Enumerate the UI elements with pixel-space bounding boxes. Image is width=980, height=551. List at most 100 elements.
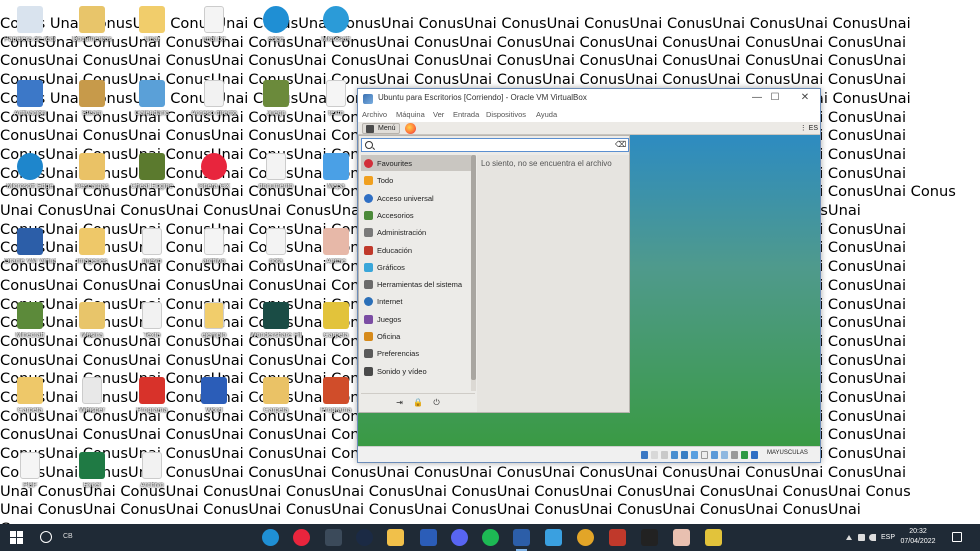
maximize-button[interactable]: ☐ [768,91,782,105]
category-office[interactable]: Oficina [361,328,471,344]
usb-icon[interactable] [681,451,688,459]
clock-time[interactable]: 20:32 [904,528,932,535]
taskbar-app-anime-icon[interactable] [673,529,690,546]
desktop-icon-file[interactable]: texto [310,77,362,127]
language-indicator[interactable]: ESP [881,534,895,541]
taskbar-word-icon[interactable] [420,529,437,546]
taskbar-file-explorer-icon[interactable] [387,529,404,546]
menu-entrada[interactable]: Entrada [453,110,479,119]
category-system[interactable]: Herramientas del sistema [361,276,471,292]
category-multimedia[interactable]: Sonido y vídeo [361,363,471,379]
scrollbar-thumb[interactable] [471,155,476,380]
desktop-icon-minecraft[interactable]: Minecraft [4,299,56,349]
firefox-icon[interactable] [405,123,416,134]
virtualbox-window[interactable]: Ubuntu para Escritorios [Corriendo] - Or… [357,88,821,463]
keyboard-layout-indicator[interactable]: ⋮ ES [800,124,818,132]
desktop-icon-file[interactable]: ejemplo [188,299,240,349]
audio-icon[interactable] [661,451,668,459]
category-internet[interactable]: Internet [361,293,471,309]
taskbar-chrome-icon[interactable] [577,529,594,546]
cpu-icon[interactable] [721,451,728,459]
mouse-integration-icon[interactable] [731,451,738,459]
clock-date[interactable]: 07/04/2022 [898,538,938,545]
desktop-icon-file[interactable]: nuevo [126,225,178,275]
desktop-icon-folder[interactable]: Imágenes [66,225,118,275]
taskbar-app-red-icon[interactable] [609,529,626,546]
desktop-icon-folder[interactable]: Documentos [66,3,118,53]
category-admin[interactable]: Administración [361,224,471,240]
desktop-icon-folder[interactable]: Carpeta [4,374,56,424]
desktop-icon-recycle-bin[interactable]: Papelera de reciclaje [4,3,56,53]
close-button[interactable]: ✕ [798,91,812,105]
minimize-button[interactable]: — [750,91,764,105]
desktop-icon-app[interactable]: Programa [126,374,178,424]
category-games[interactable]: Juegos [361,311,471,327]
desktop-icon-app[interactable]: Programa [310,374,362,424]
desktop-icon-file[interactable]: nota [250,225,302,275]
desktop-icon-app[interactable]: Steam [66,77,118,127]
desktop-icon-file[interactable]: unai.txt [188,3,240,53]
menu-ayuda[interactable]: Ayuda [536,110,557,119]
taskbar-search-text[interactable]: CB [63,533,73,540]
desktop-icon-app[interactable]: Calendario [126,77,178,127]
optical-drive-icon[interactable] [651,451,658,459]
clear-search-icon[interactable]: ⌫ [615,141,626,149]
taskbar-search-icon[interactable] [40,531,52,543]
recording-icon[interactable] [711,451,718,459]
category-graphics[interactable]: Gráficos [361,259,471,275]
taskbar-photos-icon[interactable] [545,529,562,546]
network-icon[interactable] [671,451,678,459]
category-scrollbar[interactable] [471,155,476,391]
taskbar-epic-games-icon[interactable] [641,529,658,546]
desktop-icon-file[interactable]: archivo [188,225,240,275]
desktop-icon-file[interactable]: Whisper [66,374,118,424]
hdd-icon[interactable] [641,451,648,459]
desktop-icon-edge[interactable]: edge [250,3,302,53]
category-education[interactable]: Educación [361,242,471,258]
desktop-icon-folder[interactable]: Unai [126,3,178,53]
desktop-icon-setup[interactable]: Activación [4,77,56,127]
desktop-icon-file[interactable]: documento [250,150,302,200]
desktop-icon-app[interactable]: Anime [310,225,362,275]
volume-tray-icon[interactable] [869,534,876,541]
taskbar-spotify-icon[interactable] [482,529,499,546]
desktop-icon-opera[interactable]: Opera GX [188,150,240,200]
window-titlebar[interactable]: Ubuntu para Escritorios [Corriendo] - Or… [358,89,820,108]
guest-additions-icon[interactable] [741,451,748,459]
taskbar-edge-icon[interactable] [262,529,279,546]
menu-search-box[interactable]: ⌫ [361,138,629,152]
desktop-icon-folder[interactable]: Descargas [66,150,118,200]
category-accessibility[interactable]: Acceso universal [361,190,471,206]
desktop-icon-app[interactable]: Mapa [310,150,362,200]
display-icon[interactable] [701,451,708,459]
desktop-icon-edge[interactable]: Microsoft Edge [4,150,56,200]
power-icon[interactable]: ⏻ [432,398,441,407]
desktop-icon-folder[interactable]: Música [66,299,118,349]
network-tray-icon[interactable] [858,534,865,541]
desktop-icon-excel[interactable]: Excel [66,449,118,499]
logout-icon[interactable]: ⇥ [395,398,404,407]
notifications-icon[interactable] [952,532,962,542]
keyboard-capture-icon[interactable] [751,451,758,459]
taskbar-app-dark-icon[interactable] [325,529,342,546]
desktop-icon-app[interactable]: Juego [250,77,302,127]
menu-dispositivos[interactable]: Dispositivos [486,110,526,119]
desktop-icon-filmora[interactable]: Wondershare Filmora [250,299,302,349]
desktop-icon-pdf[interactable]: PDF [4,449,56,499]
menu-search-input[interactable] [376,140,606,151]
desktop-icon-file[interactable]: Texto [126,299,178,349]
category-preferences[interactable]: Preferencias [361,345,471,361]
taskbar-virtualbox-icon[interactable] [513,529,530,551]
category-heart[interactable]: Favourites [361,155,471,171]
desktop-icon-folder[interactable]: Carpeta [250,374,302,424]
desktop-icon-word[interactable]: Word [188,374,240,424]
category-all[interactable]: Todo [361,172,471,188]
taskbar-discord-icon[interactable] [451,529,468,546]
menu-archivo[interactable]: Archivo [362,110,387,119]
desktop-icon-file[interactable]: Acceso directo [188,77,240,127]
desktop-icon-app[interactable]: Cheat Engine [126,150,178,200]
guest-screen[interactable]: Menú ⋮ ES ⌫ Favourites Todo Acceso univers… [358,122,820,446]
menu-ver[interactable]: Ver [433,110,444,119]
desktop-icon-edge[interactable]: Microsoft [310,3,362,53]
taskbar-app-yellow-icon[interactable] [705,529,722,546]
